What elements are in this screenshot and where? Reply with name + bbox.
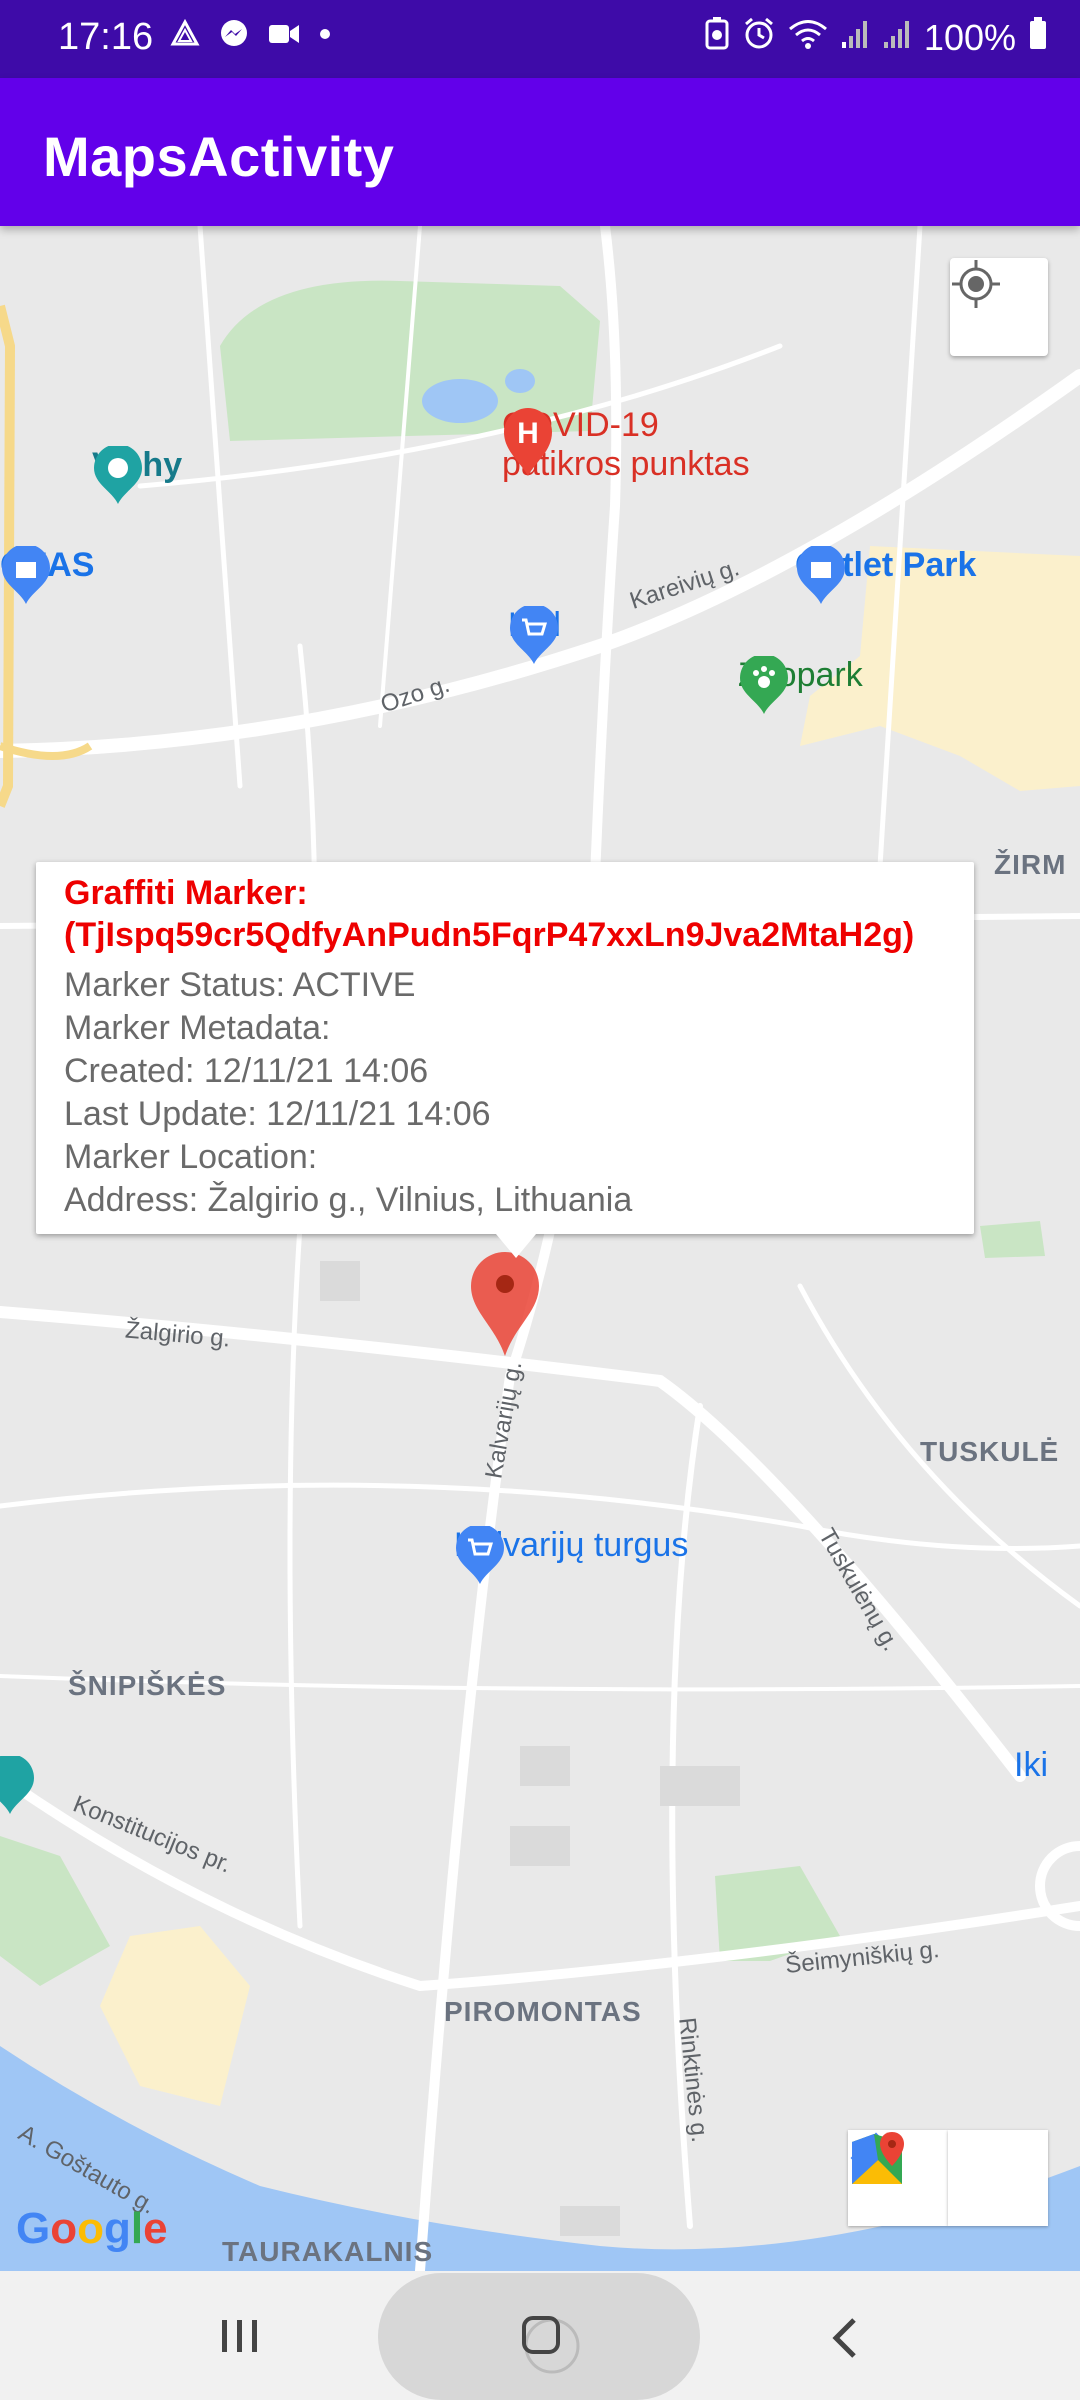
- info-line: Marker Location:: [64, 1138, 318, 1176]
- info-line: Address: Žalgirio g., Vilnius, Lithuania: [64, 1181, 633, 1219]
- recent-apps-button[interactable]: [220, 2316, 260, 2361]
- poi-outlet-park[interactable]: Outlet Park: [795, 546, 976, 604]
- poi-covid-check[interactable]: H COVID-19 patikros punktas: [502, 406, 750, 484]
- my-location-button[interactable]: [950, 258, 1048, 356]
- map-marker: [471, 1252, 539, 1356]
- dot-icon: [318, 27, 332, 46]
- info-line: Marker Metadata:: [64, 1009, 331, 1047]
- battery-icon: [1028, 16, 1048, 59]
- app-bar: MapsActivity: [0, 78, 1080, 226]
- home-button[interactable]: [516, 2310, 580, 2379]
- area-label: ŽIRM: [994, 849, 1067, 880]
- back-icon: [828, 2318, 864, 2364]
- poi-kalvariju-turgus[interactable]: Kalvarijų turgus: [454, 1526, 688, 1584]
- open-in-maps-button[interactable]: [852, 2130, 1048, 2226]
- area-label: TUSKULĖ: [920, 1436, 1060, 1467]
- google-logo: Google: [16, 2204, 168, 2253]
- recent-apps-icon: [220, 2320, 260, 2360]
- poi-iki[interactable]: Iki: [1014, 1746, 1048, 1785]
- drive-icon: [170, 18, 200, 54]
- info-line: Marker Status: ACTIVE: [64, 966, 416, 1004]
- area-label: ŠNIPIŠKĖS: [68, 1670, 227, 1701]
- poi-vichy[interactable]: Vichy: [92, 446, 182, 504]
- info-title: Graffiti Marker:: [64, 874, 308, 912]
- area-label: TAURAKALNIS: [222, 2236, 434, 2267]
- back-button[interactable]: [828, 2316, 864, 2365]
- marker-info-window[interactable]: Graffiti Marker: (TjIspq59cr5QdfyAnPudn5…: [36, 862, 974, 1258]
- poi-zoopark[interactable]: Zoopark: [738, 656, 863, 714]
- status-time: 17:16: [58, 16, 154, 58]
- poi-lidl[interactable]: Lidl: [508, 606, 561, 664]
- status-bar: 17:16 100%: [0, 0, 1080, 78]
- notification-icons: [170, 18, 332, 55]
- signal-icon: [840, 17, 870, 59]
- battery-percent: 100%: [923, 16, 1016, 58]
- messenger-icon: [218, 18, 250, 55]
- wifi-icon: [788, 17, 828, 59]
- alarm-icon: [742, 16, 776, 59]
- area-label: PIROMONTAS: [444, 1996, 642, 2027]
- video-icon: [268, 22, 300, 51]
- map-toolbar: [848, 2130, 1048, 2226]
- info-marker-id: (TjIspq59cr5QdfyAnPudn5FqrP47xxLn9Jva2Mt…: [64, 916, 915, 954]
- home-icon: [516, 2316, 580, 2378]
- app-title: MapsActivity: [43, 125, 395, 188]
- signal-icon: [882, 17, 912, 59]
- poi-ozas[interactable]: OZAS: [0, 546, 94, 604]
- info-line: Last Update: 12/11/21 14:06: [64, 1095, 491, 1133]
- svg-text:H: H: [517, 417, 539, 450]
- info-line: Created: 12/11/21 14:06: [64, 1052, 429, 1090]
- battery-saver-icon: [704, 16, 730, 59]
- system-icons: 100%: [704, 16, 1048, 59]
- map-view[interactable]: Vichy H COVID-19 patikros punktas OZAS O…: [0, 226, 1080, 2271]
